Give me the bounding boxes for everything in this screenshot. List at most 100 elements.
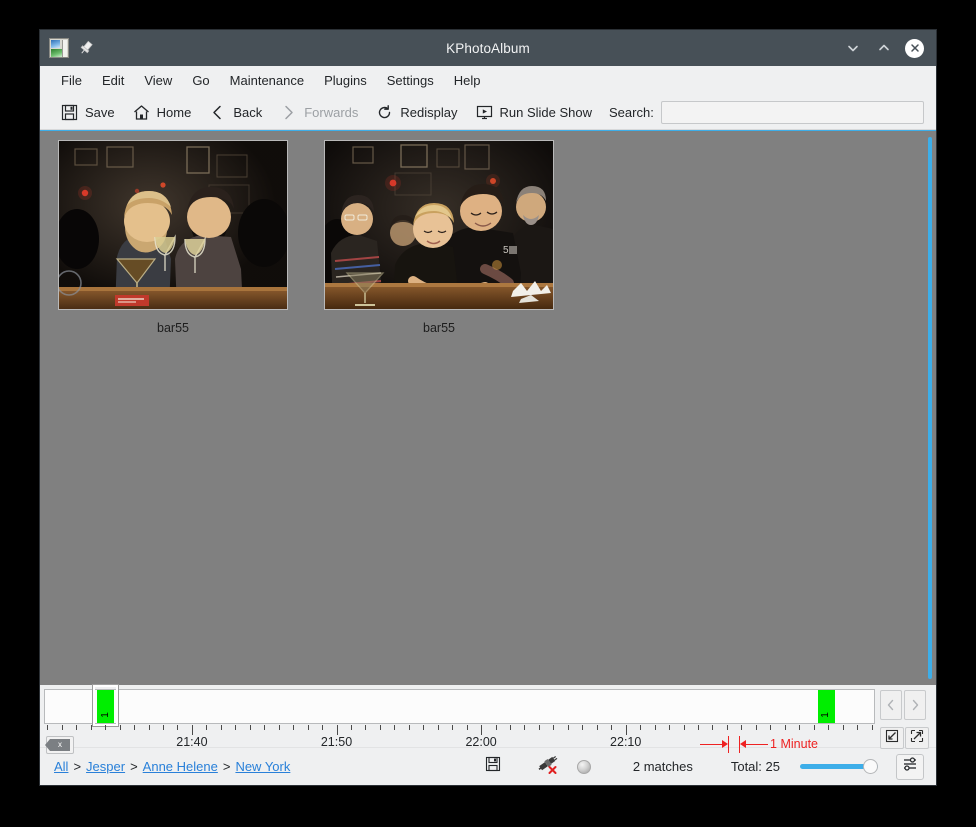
window-title: KPhotoAlbum (446, 40, 530, 56)
menu-view[interactable]: View (134, 70, 182, 91)
slideshow-icon (476, 104, 493, 121)
run-slideshow-button[interactable]: Run Slide Show (467, 101, 602, 124)
search-input[interactable] (660, 100, 924, 124)
thumbnail-view[interactable]: bar55 5 bar55 (40, 130, 936, 685)
date-bar-histogram[interactable]: 1 1 (44, 685, 875, 726)
minimize-button[interactable] (843, 38, 863, 58)
timeline-minor-tick (567, 725, 569, 730)
timeline-minor-tick (119, 725, 121, 730)
pin-icon[interactable] (77, 39, 95, 57)
timeline-label: 22:00 (465, 735, 497, 749)
total-count: Total: 25 (730, 759, 780, 774)
timeline-minor-tick (264, 725, 266, 730)
menu-plugins[interactable]: Plugins (314, 70, 377, 91)
timeline-zoom-out-button[interactable] (880, 727, 904, 749)
timeline-minor-tick (437, 725, 439, 730)
breadcrumb-separator: > (130, 759, 138, 774)
timeline-minor-tick (741, 725, 743, 730)
timeline-minor-tick (770, 725, 772, 730)
timeline-minor-tick (813, 725, 815, 730)
thumbnail-grid: bar55 5 bar55 (40, 131, 936, 335)
timeline-minor-tick (683, 725, 685, 730)
home-button[interactable]: Home (124, 101, 201, 124)
timeline-label: 21:50 (320, 735, 353, 749)
histogram-bar-count: 1 (820, 712, 832, 718)
timeline-minor-tick (466, 725, 468, 730)
timeline-minor-tick (322, 725, 324, 730)
timeline-minor-tick (799, 725, 801, 730)
home-button-label: Home (156, 104, 192, 120)
timeline-major-tick (625, 725, 627, 735)
back-button-label: Back (233, 104, 263, 120)
maximize-button[interactable] (874, 38, 894, 58)
vertical-scrollbar[interactable] (928, 137, 932, 679)
menu-edit[interactable]: Edit (92, 70, 134, 91)
timeline-zoom-in-button[interactable] (905, 727, 929, 749)
breadcrumb-item-all[interactable]: All (54, 759, 68, 774)
save-button[interactable]: Save (52, 101, 124, 124)
histogram-bar[interactable]: 1 (97, 690, 115, 723)
timeline-next-button[interactable] (904, 690, 926, 720)
timeline-prev-button[interactable] (880, 690, 902, 720)
date-bar-timeline[interactable]: 1 1 21:40 21:50 22:00 22:10 x 1 Minute (40, 685, 878, 754)
timeline-minor-tick (654, 725, 656, 730)
timeline-minor-tick (553, 725, 555, 730)
breadcrumb-item-anne-helene[interactable]: Anne Helene (143, 759, 218, 774)
annotation-left-arrow (700, 735, 730, 753)
timeline-minor-tick (784, 725, 786, 730)
thumbnail-size-slider[interactable] (800, 759, 882, 775)
breadcrumb-item-new-york[interactable]: New York (235, 759, 290, 774)
timeline-minor-tick (582, 725, 584, 730)
menu-help[interactable]: Help (444, 70, 491, 91)
timeline-minor-tick (206, 725, 208, 730)
close-button[interactable] (905, 38, 924, 58)
timeline-minor-tick (47, 725, 49, 730)
date-bar-controls (878, 689, 936, 749)
back-button[interactable]: Back (200, 101, 271, 124)
timeline-minor-tick (307, 725, 309, 730)
dirty-indicator[interactable] (485, 756, 501, 777)
timeline-minor-tick (61, 725, 63, 730)
thumbnail-item[interactable]: 5 bar55 (324, 140, 554, 335)
thumbnail-settings-button[interactable] (896, 753, 924, 780)
sliders-icon (902, 756, 918, 777)
breadcrumb: All > Jesper > Anne Helene > New York (54, 759, 290, 774)
annotation-right-arrow (739, 735, 769, 753)
date-bar: 1 1 21:40 21:50 22:00 22:10 x 1 Minute (40, 685, 936, 754)
slider-handle[interactable] (862, 759, 878, 774)
search-label: Search: (609, 104, 654, 120)
save-button-label: Save (85, 104, 115, 120)
thumbnail-frame: 5 (324, 140, 554, 310)
timeline-minor-tick (524, 725, 526, 730)
matches-count: 2 matches (632, 759, 693, 774)
timeline-minor-tick (365, 725, 367, 730)
menu-file[interactable]: File (51, 70, 92, 91)
histogram-bar[interactable]: 1 (817, 690, 835, 723)
menu-settings[interactable]: Settings (377, 70, 444, 91)
timeline-minor-tick (148, 725, 150, 730)
timeline-minor-tick (510, 725, 512, 730)
timeline-minor-tick (857, 725, 859, 730)
clear-icon-glyph: x (58, 740, 62, 749)
clear-date-selection-button[interactable]: x (45, 736, 74, 754)
forwards-button-label: Forwards (304, 104, 359, 120)
thumbnail-label: bar55 (423, 321, 455, 335)
photo-album-icon (49, 38, 69, 58)
redisplay-button[interactable]: Redisplay (367, 101, 466, 124)
breadcrumb-item-jesper[interactable]: Jesper (86, 759, 125, 774)
timeline-minor-tick (697, 725, 699, 730)
timeline-minor-tick (755, 725, 757, 730)
timeline-minor-tick (596, 725, 598, 730)
plugin-status-button[interactable] (537, 754, 559, 779)
thumbnail-item[interactable]: bar55 (58, 140, 288, 335)
forwards-button[interactable]: Forwards (271, 101, 367, 124)
chevron-left-icon (209, 104, 226, 121)
main-toolbar: Save Home Back Forwards Redisplay Run Sl… (40, 95, 936, 130)
thumbnail-image (59, 141, 287, 309)
timeline-minor-tick (538, 725, 540, 730)
timeline-minor-tick (249, 725, 251, 730)
menu-go[interactable]: Go (182, 70, 219, 91)
save-icon (485, 756, 501, 777)
timeline-minor-tick (726, 725, 728, 730)
menu-maintenance[interactable]: Maintenance (220, 70, 314, 91)
